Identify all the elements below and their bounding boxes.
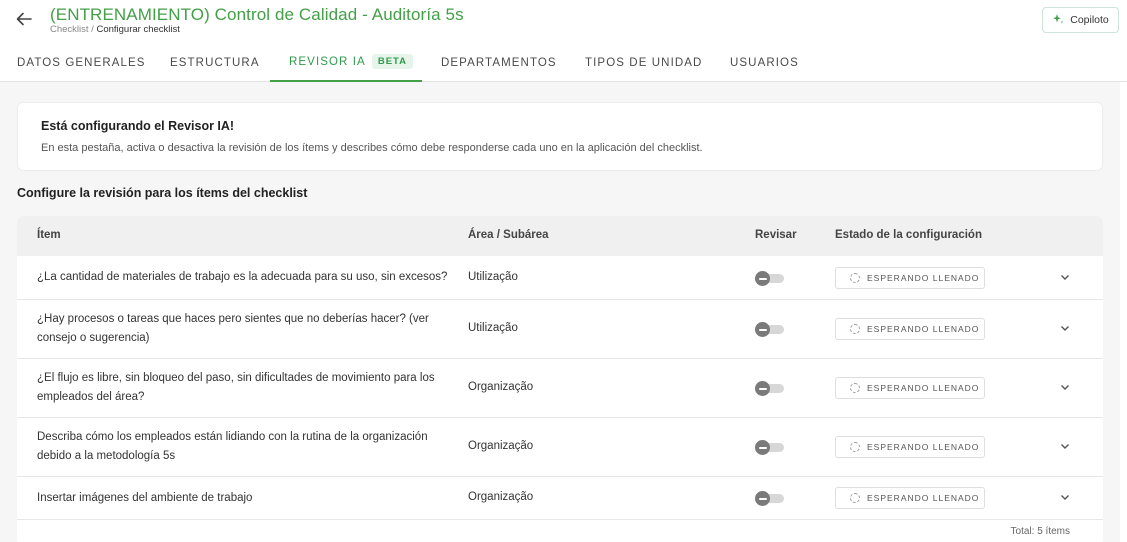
back-arrow-icon[interactable]	[14, 9, 34, 29]
chevron-down-icon[interactable]	[1058, 321, 1072, 335]
tab-label: ESTRUCTURA	[170, 56, 260, 69]
loading-icon	[850, 324, 860, 334]
area-text: Organização	[468, 381, 534, 393]
tab-revisor-ia[interactable]: REVISOR IA BETA	[270, 43, 422, 82]
chevron-down-icon[interactable]	[1058, 270, 1072, 284]
tab-label: DEPARTAMENTOS	[441, 56, 557, 69]
status-badge: ESPERANDO LLENADO	[835, 267, 985, 289]
tab-usuarios[interactable]: USUARIOS	[730, 43, 799, 82]
table-row: Insertar imágenes del ambiente de trabaj…	[17, 477, 1103, 520]
review-toggle[interactable]	[755, 271, 784, 286]
table-row: ¿Hay procesos o tareas que haces pero si…	[17, 300, 1103, 359]
breadcrumb: Checklist / Configurar checklist	[50, 24, 180, 35]
main-content: Está configurando el Revisor IA! En esta…	[0, 82, 1120, 542]
tab-departamentos[interactable]: DEPARTAMENTOS	[441, 43, 557, 82]
table-row: Describa cómo los empleados están lidian…	[17, 418, 1103, 477]
items-table: Ítem Área / Subárea Revisar Estado de la…	[17, 216, 1103, 542]
copilot-label: Copiloto	[1070, 14, 1109, 26]
review-toggle[interactable]	[755, 381, 784, 396]
info-title: Está configurando el Revisor IA!	[41, 119, 235, 133]
chevron-down-icon[interactable]	[1058, 490, 1072, 504]
tab-label: REVISOR IA	[289, 55, 366, 68]
loading-icon	[850, 383, 860, 393]
status-badge: ESPERANDO LLENADO	[835, 318, 985, 340]
tab-bar: DATOS GENERALES ESTRUCTURA REVISOR IA BET…	[0, 43, 1127, 82]
status-badge: ESPERANDO LLENADO	[835, 436, 985, 458]
section-title: Configure la revisión para los ítems del…	[17, 186, 308, 200]
header-area: Área / Subárea	[468, 229, 549, 241]
area-text: Organização	[468, 440, 534, 452]
status-badge: ESPERANDO LLENADO	[835, 487, 985, 509]
area-text: Organização	[468, 491, 534, 503]
tab-label: TIPOS DE UNIDAD	[585, 56, 703, 69]
chevron-down-icon[interactable]	[1058, 380, 1072, 394]
tab-label: DATOS GENERALES	[17, 56, 146, 69]
breadcrumb-root[interactable]: Checklist	[50, 24, 89, 35]
tab-datos-generales[interactable]: DATOS GENERALES	[17, 43, 146, 82]
review-toggle[interactable]	[755, 491, 784, 506]
area-text: Utilização	[468, 322, 518, 334]
review-toggle[interactable]	[755, 322, 784, 337]
table-row: ¿La cantidad de materiales de trabajo es…	[17, 256, 1103, 300]
page-title: (ENTRENAMIENTO) Control de Calidad - Aud…	[50, 5, 464, 24]
status-text: ESPERANDO LLENADO	[867, 442, 980, 452]
item-text: Insertar imágenes del ambiente de trabaj…	[37, 492, 253, 504]
status-text: ESPERANDO LLENADO	[867, 383, 980, 393]
loading-icon	[850, 273, 860, 283]
status-text: ESPERANDO LLENADO	[867, 273, 980, 283]
table-header: Ítem Área / Subárea Revisar Estado de la…	[17, 216, 1103, 256]
loading-icon	[850, 493, 860, 503]
header-review: Revisar	[755, 229, 797, 241]
status-text: ESPERANDO LLENADO	[867, 493, 980, 503]
table-row: ¿El flujo es libre, sin bloqueo del paso…	[17, 359, 1103, 418]
info-card: Está configurando el Revisor IA! En esta…	[17, 102, 1103, 171]
status-text: ESPERANDO LLENADO	[867, 324, 980, 334]
item-text: ¿La cantidad de materiales de trabajo es…	[37, 271, 448, 283]
item-text: Describa cómo los empleados están lidian…	[37, 431, 428, 462]
copilot-button[interactable]: Copiloto	[1042, 7, 1119, 33]
status-badge: ESPERANDO LLENADO	[835, 377, 985, 399]
table-total: Total: 5 ítems	[1010, 526, 1070, 537]
area-text: Utilização	[468, 271, 518, 283]
item-text: ¿Hay procesos o tareas que haces pero si…	[37, 313, 429, 344]
header-status: Estado de la configuración	[835, 229, 982, 241]
item-text: ¿El flujo es libre, sin bloqueo del paso…	[37, 372, 435, 403]
tab-estructura[interactable]: ESTRUCTURA	[170, 43, 260, 82]
info-description: En esta pestaña, activa o desactiva la r…	[41, 142, 703, 154]
chevron-down-icon[interactable]	[1058, 439, 1072, 453]
tab-tipos-de-unidad[interactable]: TIPOS DE UNIDAD	[585, 43, 702, 82]
breadcrumb-current: Configurar checklist	[96, 24, 180, 35]
beta-badge: BETA	[371, 54, 413, 69]
header-item: Ítem	[37, 229, 61, 241]
loading-icon	[850, 442, 860, 452]
review-toggle[interactable]	[755, 440, 784, 455]
page-header: (ENTRENAMIENTO) Control de Calidad - Aud…	[0, 0, 1127, 40]
sparkle-icon	[1052, 13, 1065, 28]
tab-label: USUARIOS	[730, 56, 799, 69]
